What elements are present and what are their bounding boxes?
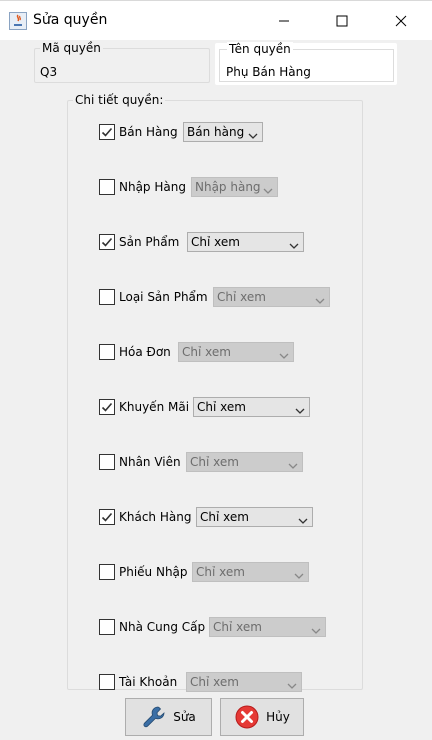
permission-level-select: Chỉ xem bbox=[192, 562, 309, 582]
permission-label: Nhập Hàng bbox=[119, 180, 186, 194]
role-id-value: Q3 bbox=[40, 65, 58, 79]
permission-label: Hóa Đơn bbox=[119, 345, 171, 359]
permission-level-value: Chỉ xem bbox=[197, 400, 246, 414]
permission-level-select[interactable]: Bán hàng bbox=[183, 122, 263, 142]
chevron-down-icon bbox=[263, 184, 273, 198]
role-id-field: Mã quyền Q3 bbox=[34, 41, 210, 83]
permission-checkbox[interactable] bbox=[99, 399, 115, 415]
checkmark-icon bbox=[101, 237, 113, 247]
chevron-down-icon bbox=[279, 349, 289, 363]
permission-label: Nhà Cung Cấp bbox=[119, 620, 206, 634]
chevron-down-icon bbox=[298, 514, 308, 528]
permission-checkbox[interactable] bbox=[99, 124, 115, 140]
permission-label: Khách Hàng bbox=[119, 510, 192, 524]
role-name-label: Tên quyền bbox=[227, 42, 293, 56]
cancel-button[interactable]: Hủy bbox=[220, 698, 304, 736]
permission-checkbox[interactable] bbox=[99, 619, 115, 635]
permission-level-select[interactable]: Chỉ xem bbox=[196, 507, 313, 527]
minimize-icon bbox=[279, 20, 289, 22]
permission-level-select[interactable]: Chỉ xem bbox=[193, 397, 310, 417]
permission-level-select: Chỉ xem bbox=[186, 672, 302, 692]
maximize-icon bbox=[336, 15, 348, 27]
permission-level-select: Chỉ xem bbox=[178, 342, 294, 362]
permission-level-value: Bán hàng bbox=[187, 125, 245, 139]
permission-checkbox[interactable] bbox=[99, 234, 115, 250]
chevron-down-icon bbox=[288, 459, 298, 473]
role-name-input[interactable]: Phụ Bán Hàng bbox=[226, 65, 311, 79]
close-circle-icon bbox=[235, 705, 259, 729]
permission-level-select: Chỉ xem bbox=[209, 617, 326, 637]
java-app-icon bbox=[9, 12, 27, 30]
maximize-button[interactable] bbox=[313, 1, 371, 41]
window-title: Sửa quyền bbox=[33, 12, 108, 28]
permission-level-select: Nhập hàng bbox=[191, 177, 278, 197]
permission-label: Khuyến Mãi bbox=[119, 400, 190, 414]
permission-checkbox[interactable] bbox=[99, 344, 115, 360]
permission-level-value: Nhập hàng bbox=[195, 180, 261, 194]
save-button[interactable]: Sửa bbox=[125, 698, 212, 736]
wrench-icon bbox=[143, 706, 165, 728]
save-button-label: Sửa bbox=[173, 710, 196, 724]
chevron-down-icon bbox=[295, 404, 305, 418]
checkmark-icon bbox=[101, 512, 113, 522]
permission-details-label: Chi tiết quyền: bbox=[73, 93, 166, 107]
permission-level-value: Chỉ xem bbox=[191, 235, 240, 249]
chevron-down-icon bbox=[315, 294, 325, 308]
chevron-down-icon bbox=[294, 569, 304, 583]
permission-checkbox[interactable] bbox=[99, 179, 115, 195]
permission-checkbox[interactable] bbox=[99, 564, 115, 580]
chevron-down-icon bbox=[289, 239, 299, 253]
permission-level-value: Chỉ xem bbox=[213, 620, 262, 634]
permission-label: Sản Phẩm bbox=[119, 235, 180, 249]
minimize-button[interactable] bbox=[255, 1, 313, 41]
chevron-down-icon bbox=[248, 129, 258, 143]
chevron-down-icon bbox=[311, 624, 321, 638]
permission-label: Bán Hàng bbox=[119, 125, 178, 139]
permission-level-select: Chỉ xem bbox=[213, 287, 330, 307]
close-button[interactable] bbox=[372, 1, 430, 41]
checkmark-icon bbox=[101, 127, 113, 137]
role-id-label: Mã quyền bbox=[40, 41, 103, 55]
role-name-field[interactable]: Tên quyền Phụ Bán Hàng bbox=[215, 42, 397, 85]
permission-checkbox[interactable] bbox=[99, 454, 115, 470]
permission-level-value: Chỉ xem bbox=[217, 290, 266, 304]
permission-checkbox[interactable] bbox=[99, 674, 115, 690]
permission-level-select: Chỉ xem bbox=[186, 452, 303, 472]
permission-checkbox[interactable] bbox=[99, 509, 115, 525]
permission-level-value: Chỉ xem bbox=[190, 455, 239, 469]
permission-level-select[interactable]: Chỉ xem bbox=[187, 232, 304, 252]
close-icon bbox=[395, 15, 407, 27]
permission-level-value: Chỉ xem bbox=[196, 565, 245, 579]
permission-label: Loại Sản Phẩm bbox=[119, 290, 208, 304]
title-bar: Sửa quyền bbox=[0, 0, 432, 40]
permission-checkbox[interactable] bbox=[99, 289, 115, 305]
permission-label: Nhân Viên bbox=[119, 455, 181, 469]
permission-level-value: Chỉ xem bbox=[190, 675, 239, 689]
permission-label: Tài Khoản bbox=[119, 675, 178, 689]
permission-level-value: Chỉ xem bbox=[200, 510, 249, 524]
permission-label: Phiếu Nhập bbox=[119, 565, 188, 579]
permission-level-value: Chỉ xem bbox=[182, 345, 231, 359]
cancel-button-label: Hủy bbox=[266, 710, 290, 724]
chevron-down-icon bbox=[287, 679, 297, 693]
checkmark-icon bbox=[101, 402, 113, 412]
